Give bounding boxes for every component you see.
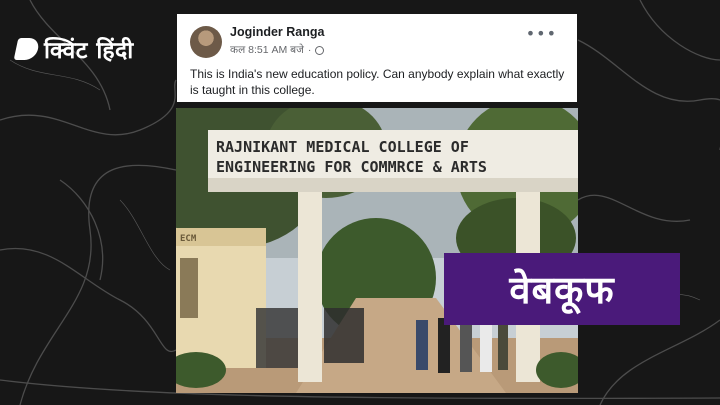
brand-name: क्विंट हिंदी [44,38,134,64]
post-author[interactable]: Joginder Ranga [230,25,324,39]
author-avatar[interactable] [190,26,222,58]
webqoof-label: वेबकूफ [509,268,615,312]
gate-label: ECM [180,234,197,244]
post-text: This is India's new education policy. Ca… [190,67,565,97]
facebook-post-card: Joginder Ranga कल 8:51 AM बजे · ••• This… [177,14,577,102]
more-options-icon[interactable]: ••• [526,26,557,42]
sign-line-2: ENGINEERING FOR COMMRCE & ARTS [216,158,487,176]
quint-logo-icon [13,38,41,60]
globe-icon [315,45,325,55]
post-time[interactable]: कल 8:51 AM बजे [230,43,304,57]
college-gate-photo: RAJNIKANT MEDICAL COLLEGE OF ENGINEERING… [176,108,578,393]
webqoof-stamp: वेबकूफ [444,253,680,325]
brand-logo: क्विंट हिंदी [13,33,134,65]
post-meta: कल 8:51 AM बजे · [230,43,325,57]
sign-line-1: RAJNIKANT MEDICAL COLLEGE OF [216,138,469,156]
